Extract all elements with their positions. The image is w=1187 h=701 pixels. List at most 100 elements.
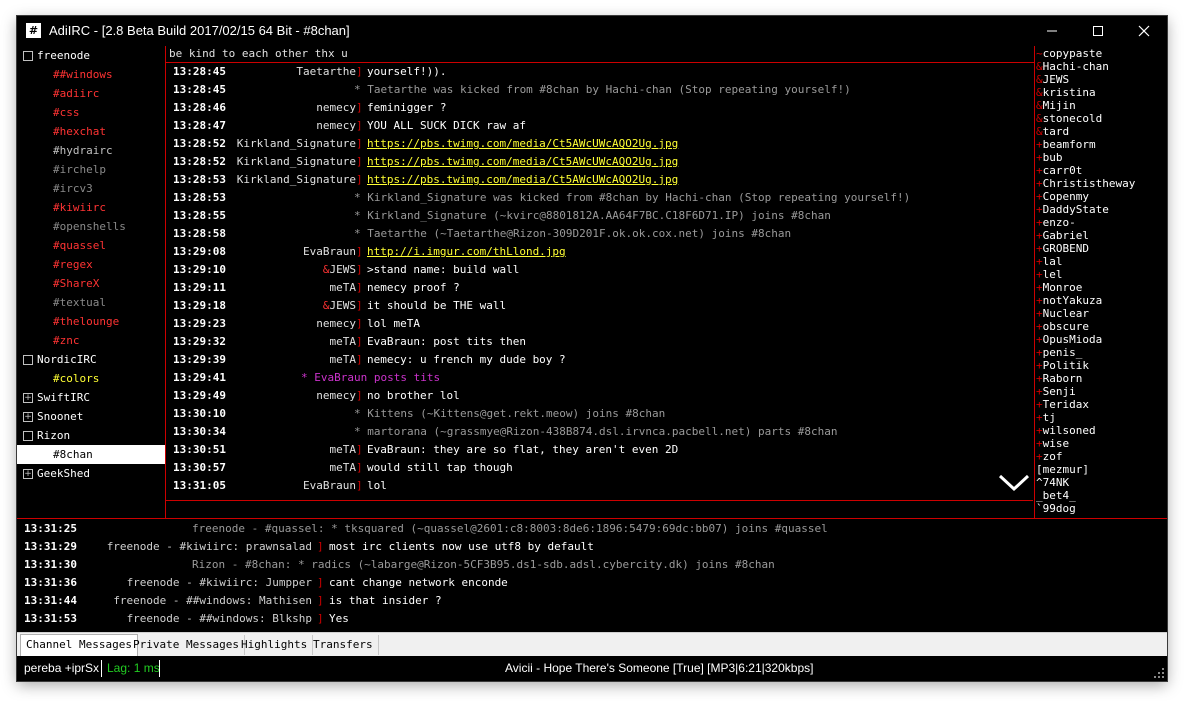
nicklist-item[interactable]: _bet4_: [1036, 489, 1076, 502]
nicklist-item[interactable]: +lal: [1036, 255, 1063, 268]
tab-channel-messages[interactable]: Channel Messages: [20, 634, 138, 657]
nick-name[interactable]: meTA: [330, 441, 357, 459]
nick-name[interactable]: EvaBraun: [303, 243, 356, 261]
nicklist-item[interactable]: +Senji: [1036, 385, 1076, 398]
message-link[interactable]: https://pbs.twimg.com/media/Ct5AWcUWcAQO…: [367, 171, 678, 189]
tree-channel[interactable]: #8chan: [17, 445, 165, 464]
tree-network-swiftirc[interactable]: + SwiftIRC: [17, 388, 165, 407]
nicklist-item[interactable]: +carr0t: [1036, 164, 1082, 177]
tree-channel[interactable]: #quassel: [17, 236, 165, 255]
expand-icon[interactable]: +: [23, 393, 33, 403]
tree-channel[interactable]: #irchelp: [17, 160, 165, 179]
tree-channel[interactable]: #kiwiirc: [17, 198, 165, 217]
nicklist-item[interactable]: &tard: [1036, 125, 1069, 138]
status-nick-modes[interactable]: pereba +iprSx: [24, 661, 99, 675]
nick-name[interactable]: Taetarthe: [296, 63, 356, 81]
nick-name[interactable]: nemecy: [316, 99, 356, 117]
tree-channel[interactable]: #textual: [17, 293, 165, 312]
tree-network-geekshed[interactable]: + GeekShed: [17, 464, 165, 483]
nicklist-item[interactable]: +wise: [1036, 437, 1069, 450]
maximize-button[interactable]: [1075, 16, 1121, 46]
nicklist-item[interactable]: +bub: [1036, 151, 1063, 164]
scroll-to-bottom-chevron-icon[interactable]: [997, 472, 1031, 494]
nick-name[interactable]: meTA: [330, 279, 357, 297]
message-link[interactable]: https://pbs.twimg.com/media/Ct5AWcUWcAQO…: [367, 135, 678, 153]
nicklist-item[interactable]: +lel: [1036, 268, 1063, 281]
resize-grip-icon[interactable]: [1154, 668, 1165, 679]
nick-name[interactable]: meTA: [330, 459, 357, 477]
collapse-icon[interactable]: [23, 431, 33, 441]
nicklist-item[interactable]: `99dog: [1036, 502, 1076, 515]
nicklist-item[interactable]: &Hachi-chan: [1036, 60, 1109, 73]
nick-name[interactable]: meTA: [330, 333, 357, 351]
nick-name[interactable]: Kirkland_Signature: [237, 171, 356, 189]
nick-name[interactable]: nemecy: [316, 387, 356, 405]
tree-channel[interactable]: #hydrairc: [17, 141, 165, 160]
nicklist-item[interactable]: +zof: [1036, 450, 1063, 463]
nicklist-item[interactable]: +tj: [1036, 411, 1056, 424]
nicklist-item[interactable]: +enzo-: [1036, 216, 1076, 229]
tree-channel[interactable]: #znc: [17, 331, 165, 350]
nicklist-item[interactable]: &JEWS: [1036, 73, 1069, 86]
nick-name[interactable]: EvaBraun: [303, 477, 356, 495]
message-link[interactable]: https://pbs.twimg.com/media/Ct5AWcUWcAQO…: [367, 153, 678, 171]
tree-channel[interactable]: #adiirc: [17, 84, 165, 103]
message-input[interactable]: [166, 500, 1033, 518]
nicklist-item[interactable]: &Mijin: [1036, 99, 1076, 112]
message-link[interactable]: http://i.imgur.com/thLlond.jpg: [367, 243, 566, 261]
tree-channel[interactable]: ##windows: [17, 65, 165, 84]
title-bar[interactable]: # AdiIRC - [2.8 Beta Build 2017/02/15 64…: [17, 16, 1167, 46]
close-button[interactable]: [1121, 16, 1167, 46]
tree-channel[interactable]: #regex: [17, 255, 165, 274]
nicklist-item[interactable]: +Politik: [1036, 359, 1089, 372]
tree-channel[interactable]: #hexchat: [17, 122, 165, 141]
nick-name[interactable]: nemecy: [316, 117, 356, 135]
nicklist-item[interactable]: ^74NK: [1036, 476, 1069, 489]
tab-private-messages[interactable]: Private Messages: [128, 635, 245, 655]
nicklist-item[interactable]: +notYakuza: [1036, 294, 1102, 307]
tree-network-rizon[interactable]: Rizon: [17, 426, 165, 445]
monitor-source[interactable]: freenode - #kiwiirc: Jumpper: [127, 574, 312, 592]
nicklist-item[interactable]: &kristina: [1036, 86, 1096, 99]
expand-icon[interactable]: +: [23, 469, 33, 479]
nicklist-item[interactable]: +Christistheway: [1036, 177, 1135, 190]
app-icon[interactable]: #: [26, 23, 41, 38]
tree-network-freenode[interactable]: freenode: [17, 46, 165, 65]
nicklist-item[interactable]: +GROBEND: [1036, 242, 1089, 255]
tree-channel[interactable]: #ShareX: [17, 274, 165, 293]
collapse-icon[interactable]: [23, 355, 33, 365]
monitor-source[interactable]: freenode - ##windows: Blkshp: [127, 610, 312, 628]
nicklist-item[interactable]: +wilsoned: [1036, 424, 1096, 437]
nicklist-item[interactable]: +penis_: [1036, 346, 1082, 359]
tree-channel[interactable]: #ircv3: [17, 179, 165, 198]
nicklist-item[interactable]: +OpusMioda: [1036, 333, 1102, 346]
monitor-source[interactable]: freenode - ##windows: Mathisen: [113, 592, 312, 610]
now-playing[interactable]: Avicii - Hope There's Someone [True] [MP…: [505, 661, 813, 675]
tab-transfers[interactable]: Transfers: [308, 635, 379, 655]
nicklist-item[interactable]: +Nuclear: [1036, 307, 1089, 320]
tree-channel[interactable]: #css: [17, 103, 165, 122]
nicklist-item[interactable]: +Monroe: [1036, 281, 1082, 294]
nick-name[interactable]: meTA: [330, 351, 357, 369]
nick-name[interactable]: &JEWS: [323, 261, 356, 279]
expand-icon[interactable]: +: [23, 412, 33, 422]
collapse-icon[interactable]: [23, 51, 33, 61]
tree-channel[interactable]: #openshells: [17, 217, 165, 236]
nicklist-item[interactable]: +Copenmy: [1036, 190, 1089, 203]
tree-network-snoonet[interactable]: + Snoonet: [17, 407, 165, 426]
nicklist-item[interactable]: +DaddyState: [1036, 203, 1109, 216]
monitor-panel[interactable]: 13:31:25 freenode - #quassel: * tksquared…: [17, 519, 1167, 632]
nicklist-item[interactable]: +Raborn: [1036, 372, 1082, 385]
nicklist-item[interactable]: ~copypaste: [1036, 47, 1102, 60]
nicklist-item[interactable]: +beamform: [1036, 138, 1096, 151]
nick-name[interactable]: Kirkland_Signature: [237, 153, 356, 171]
nicklist-item[interactable]: +Teridax: [1036, 398, 1089, 411]
tab-highlights[interactable]: Highlights: [236, 635, 314, 655]
nicklist-item[interactable]: +Gabriel: [1036, 229, 1089, 242]
channel-topic[interactable]: be kind to each other thx u: [166, 46, 1036, 63]
tree-channel[interactable]: #colors: [17, 369, 165, 388]
nicklist-item[interactable]: [mezmur]: [1036, 463, 1089, 476]
tree-channel[interactable]: #thelounge: [17, 312, 165, 331]
chat-log[interactable]: 13:28:45 Taetarthe] yourself!)). 13:28:45 * …: [166, 63, 1033, 500]
nick-name[interactable]: &JEWS: [323, 297, 356, 315]
